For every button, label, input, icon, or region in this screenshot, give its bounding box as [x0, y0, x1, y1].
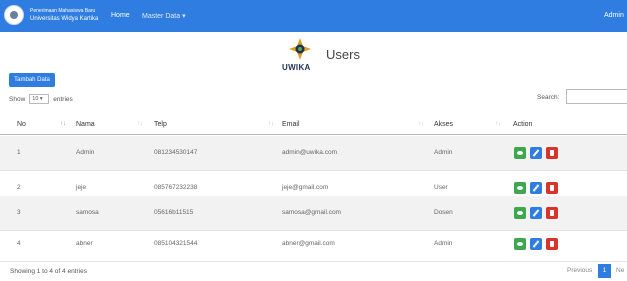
sort-icon[interactable]: ↑↓ [60, 121, 66, 127]
table-info: Showing 1 to 4 of 4 entries [10, 268, 87, 275]
cell-email: abner@gmail.com [282, 240, 335, 247]
cell-telp: 085104321544 [154, 240, 198, 247]
delete-trash-icon[interactable] [546, 207, 558, 219]
university-logo-icon [4, 5, 24, 25]
view-eye-icon[interactable] [514, 207, 526, 219]
cell-nama: Admin [76, 149, 95, 156]
cell-nama: jeje [76, 184, 87, 191]
sort-icon[interactable]: ↑↓ [137, 121, 143, 127]
cell-email: admin@uwika.com [282, 149, 338, 156]
table-row: 4 abner 085104321544 abner@gmail.com Adm… [0, 227, 627, 262]
length-control: Show 10 ▾ entries [9, 94, 73, 104]
cell-no: 1 [17, 149, 21, 156]
view-eye-icon[interactable] [514, 182, 526, 194]
cell-telp: 081234530147 [154, 149, 198, 156]
nav-user-menu[interactable]: Admin [604, 12, 624, 19]
delete-trash-icon[interactable] [546, 182, 558, 194]
edit-pencil-icon[interactable] [530, 238, 542, 250]
cell-email: jeje@gmail.com [282, 184, 329, 191]
delete-trash-icon[interactable] [546, 147, 558, 159]
pagination-previous[interactable]: Previous [567, 267, 592, 274]
column-header-akses[interactable]: Akses [434, 121, 453, 128]
pagination-next[interactable]: Ne [616, 267, 624, 274]
cell-email: samosa@gmail.com [282, 209, 341, 216]
brand-line-1: Penerimaan Mahasiswa Baru [30, 8, 96, 14]
length-prefix: Show [9, 95, 26, 103]
cell-telp: 05616b11515 [154, 209, 194, 216]
delete-trash-icon[interactable] [546, 238, 558, 250]
brand[interactable]: Penerimaan Mahasiswa Baru Universitas Wi… [4, 5, 98, 25]
column-header-telp[interactable]: Telp [154, 121, 167, 128]
view-eye-icon[interactable] [514, 238, 526, 250]
table-row: 1 Admin 081234530147 admin@uwika.com Adm… [0, 136, 627, 171]
pagination-page-1[interactable]: 1 [598, 264, 611, 278]
edit-pencil-icon[interactable] [530, 182, 542, 194]
nav-home-link[interactable]: Home [111, 12, 130, 19]
cell-akses: User [434, 184, 448, 191]
nav-master-data-dropdown[interactable]: Master Data ▾ [142, 12, 186, 20]
cell-no: 3 [17, 209, 21, 216]
table-header: No ↑↓ Nama ↑↓ Telp ↑↓ Email ↑↓ Akses ↑↓ … [0, 114, 627, 135]
column-header-email[interactable]: Email [282, 121, 300, 128]
uwika-logo-text: UWIKA [282, 63, 311, 72]
sort-icon[interactable]: ↑↓ [418, 121, 424, 127]
search-input[interactable] [566, 89, 627, 104]
length-suffix: entries [53, 95, 73, 103]
cell-no: 4 [17, 240, 21, 247]
edit-pencil-icon[interactable] [530, 147, 542, 159]
cell-no: 2 [17, 184, 21, 191]
top-navbar: Penerimaan Mahasiswa Baru Universitas Wi… [0, 0, 627, 32]
cell-akses: Admin [434, 149, 453, 156]
cell-akses: Dosen [434, 209, 453, 216]
view-eye-icon[interactable] [514, 147, 526, 159]
brand-line-2: Universitas Widya Kartika [30, 16, 99, 22]
column-header-nama[interactable]: Nama [76, 121, 95, 128]
page-title: Users [326, 47, 360, 62]
page-header: UWIKA Users [280, 37, 370, 77]
sort-icon[interactable]: ↑↓ [495, 121, 501, 127]
add-data-button[interactable]: Tambah Data [9, 73, 55, 87]
length-select[interactable]: 10 ▾ [29, 94, 50, 104]
uwika-logo-icon [289, 38, 311, 60]
table-row: 3 samosa 05616b11515 samosa@gmail.com Do… [0, 196, 627, 231]
cell-nama: samosa [76, 209, 99, 216]
sort-icon[interactable]: ↑↓ [268, 121, 274, 127]
column-header-no[interactable]: No [17, 121, 26, 128]
cell-akses: Admin [434, 240, 453, 247]
search-label: Search: [537, 94, 560, 101]
edit-pencil-icon[interactable] [530, 207, 542, 219]
cell-telp: 085767232238 [154, 184, 198, 191]
column-header-action: Action [513, 121, 533, 128]
cell-nama: abner [76, 240, 93, 247]
brand-text: Penerimaan Mahasiswa Baru Universitas Wi… [30, 7, 98, 23]
